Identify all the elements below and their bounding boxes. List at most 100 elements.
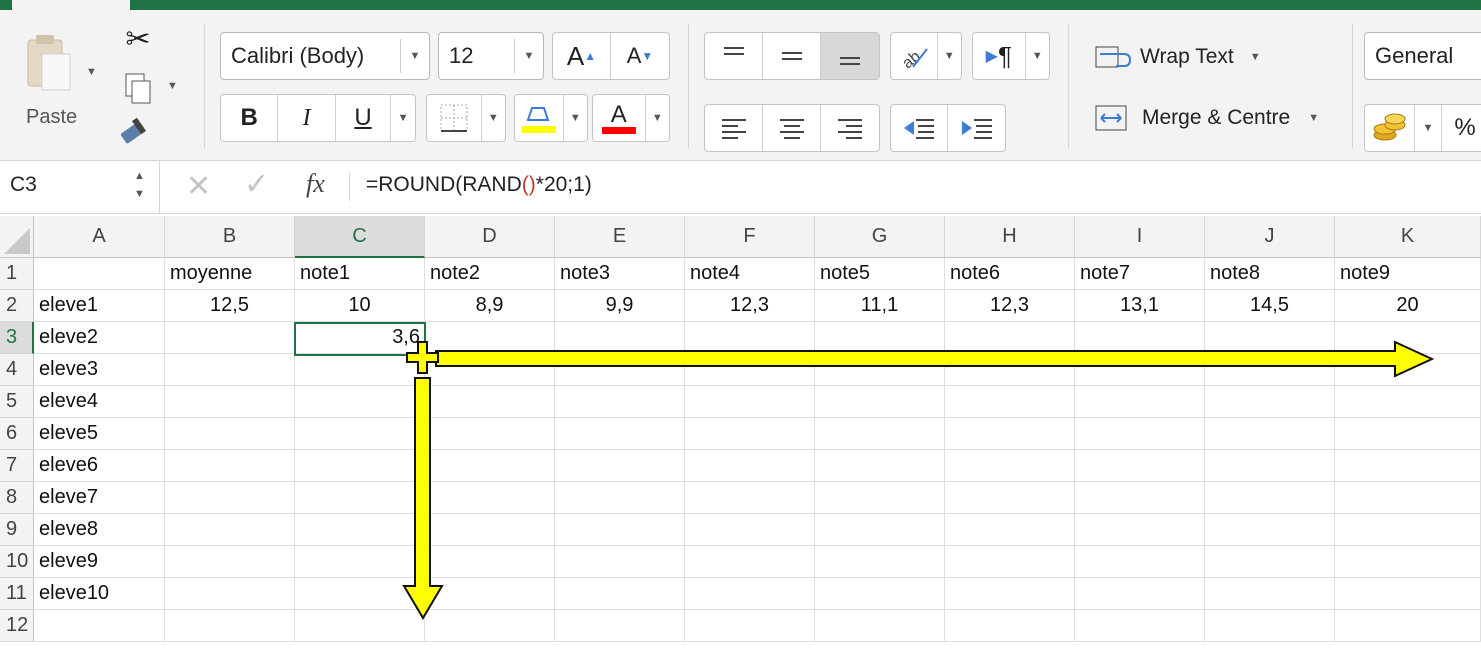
font-name-combo[interactable]: Calibri (Body) ▼ xyxy=(220,32,430,80)
decrease-indent-button[interactable] xyxy=(891,105,949,151)
align-right-button[interactable] xyxy=(821,105,879,151)
align-top-icon xyxy=(723,47,744,55)
grow-font-button[interactable]: A ▲ xyxy=(553,33,612,79)
orientation-dropdown-icon[interactable]: ▼ xyxy=(938,33,961,79)
horizontal-align-group xyxy=(704,104,880,152)
cancel-edit-icon[interactable]: ✕ xyxy=(186,169,211,204)
align-right-icon xyxy=(838,119,862,139)
underline-dropdown-icon[interactable]: ▼ xyxy=(391,95,415,141)
formula-bar: C3 ▲ ▼ ✕ ✓ fx =ROUND(RAND()*20;1) xyxy=(0,161,1481,214)
align-middle-button[interactable] xyxy=(763,33,821,79)
right-arrow-icon xyxy=(435,340,1435,378)
play-triangle-icon: ▶ xyxy=(985,48,998,65)
align-center-icon xyxy=(779,119,804,139)
name-box-value: C3 xyxy=(10,173,37,196)
text-orientation-icon: ab xyxy=(899,48,928,71)
fill-arrows-overlay xyxy=(402,340,1435,620)
vertical-align-group xyxy=(704,32,880,80)
formula-divider xyxy=(349,173,350,201)
underline-button[interactable]: U xyxy=(336,95,392,141)
font-color-group: A ▼ xyxy=(592,94,670,142)
italic-button[interactable]: I xyxy=(278,95,336,141)
name-box-stepper-icon[interactable]: ▲ ▼ xyxy=(134,167,145,203)
ribbon-tab-strip xyxy=(0,0,1481,10)
orientation-group: ab ▼ xyxy=(890,32,962,80)
paragraph-direction-button[interactable]: ▶ ¶ xyxy=(973,33,1026,79)
paste-icon xyxy=(27,35,71,91)
paste-label: Paste xyxy=(26,106,78,128)
orientation-button[interactable]: ab xyxy=(891,33,938,79)
cut-icon[interactable]: ✂ xyxy=(120,22,156,58)
align-center-button[interactable] xyxy=(763,105,821,151)
align-bottom-icon xyxy=(840,57,860,65)
chevron-down-icon[interactable]: ▼ xyxy=(514,39,543,73)
merge-centre-label: Merge & Centre xyxy=(1142,106,1291,129)
svg-text:ab: ab xyxy=(899,48,924,71)
wrap-text-label: Wrap Text xyxy=(1140,45,1234,68)
name-box[interactable]: C3 ▲ ▼ xyxy=(0,161,160,213)
borders-icon xyxy=(440,104,468,132)
triangle-down-icon: ▼ xyxy=(641,49,654,63)
fill-color-button[interactable] xyxy=(515,95,564,141)
percent-button[interactable]: % xyxy=(1442,105,1481,151)
wrap-text-button[interactable]: Wrap Text ▼ xyxy=(1094,40,1294,74)
bold-button[interactable]: B xyxy=(221,95,279,141)
insert-function-icon[interactable]: fx xyxy=(306,169,325,199)
format-painter-icon[interactable] xyxy=(120,114,156,146)
font-color-swatch xyxy=(601,126,636,134)
formula-input[interactable]: =ROUND(RAND()*20;1) xyxy=(366,173,592,197)
borders-group: ▼ xyxy=(426,94,506,142)
shrink-font-button[interactable]: A ▼ xyxy=(611,33,669,79)
group-separator xyxy=(1068,24,1069,148)
increase-indent-button[interactable] xyxy=(948,105,1005,151)
fill-color-dropdown-icon[interactable]: ▼ xyxy=(564,95,587,141)
indent-group xyxy=(890,104,1006,152)
copy-icon[interactable] xyxy=(122,72,156,108)
ribbon: ▼ Paste ✂ ▼ Calibri (Body) ▼ 12 ▼ A ▲ A ▼ … xyxy=(0,10,1481,161)
align-left-icon xyxy=(721,119,746,139)
font-color-letter: A xyxy=(610,100,627,128)
accounting-group: ▼ % xyxy=(1364,104,1481,152)
confirm-edit-icon[interactable]: ✓ xyxy=(244,167,269,202)
spreadsheet-grid: ABCDEFGHIJK 1 2 3 4 5 6 7 8 9 10 11 12 moyenne note1… xyxy=(0,216,1481,666)
chevron-down-icon[interactable]: ▼ xyxy=(400,39,429,73)
align-bottom-button[interactable] xyxy=(821,33,879,79)
group-separator xyxy=(1352,24,1353,148)
wrap-text-dropdown-icon[interactable]: ▼ xyxy=(1250,51,1261,63)
font-size-value: 12 xyxy=(449,43,474,68)
accounting-format-button[interactable] xyxy=(1365,105,1415,151)
tab-home[interactable] xyxy=(12,0,130,10)
align-middle-icon xyxy=(781,52,802,60)
shrink-font-letter: A xyxy=(626,43,642,68)
merge-centre-icon xyxy=(1095,105,1127,131)
merge-centre-button[interactable]: Merge & Centre ▼ xyxy=(1094,100,1344,136)
accounting-dropdown-icon[interactable]: ▼ xyxy=(1415,105,1443,151)
align-left-button[interactable] xyxy=(705,105,763,151)
borders-button[interactable] xyxy=(427,95,482,141)
coins-icon xyxy=(1373,113,1406,141)
paragraph-direction-group: ▶ ¶ ▼ xyxy=(972,32,1050,80)
borders-dropdown-icon[interactable]: ▼ xyxy=(482,95,505,141)
pilcrow-icon: ¶ xyxy=(997,40,1012,71)
formula-suffix: *20;1) xyxy=(535,173,592,196)
paste-button[interactable]: ▼ Paste xyxy=(14,24,97,136)
number-format-combo[interactable]: General xyxy=(1364,32,1481,80)
group-separator xyxy=(688,24,689,148)
font-color-button[interactable]: A xyxy=(593,95,646,141)
copy-dropdown-icon[interactable]: ▼ xyxy=(167,80,178,92)
down-arrow-icon xyxy=(402,377,444,620)
align-top-button[interactable] xyxy=(705,33,763,79)
font-size-step-group: A ▲ A ▼ xyxy=(552,32,670,80)
merge-centre-dropdown-icon[interactable]: ▼ xyxy=(1308,112,1319,124)
wrap-text-icon xyxy=(1095,46,1132,68)
fill-color-group: ▼ xyxy=(514,94,588,142)
font-color-dropdown-icon[interactable]: ▼ xyxy=(646,95,669,141)
paste-dropdown-icon[interactable]: ▼ xyxy=(86,66,97,78)
triangle-up-icon: ▲ xyxy=(584,49,597,63)
font-size-combo[interactable]: 12 ▼ xyxy=(438,32,544,80)
paragraph-direction-dropdown-icon[interactable]: ▼ xyxy=(1026,33,1049,79)
fill-crosshair-icon xyxy=(406,341,439,374)
paint-bucket-icon xyxy=(526,106,550,121)
group-separator xyxy=(204,24,205,148)
number-format-value: General xyxy=(1375,43,1454,68)
